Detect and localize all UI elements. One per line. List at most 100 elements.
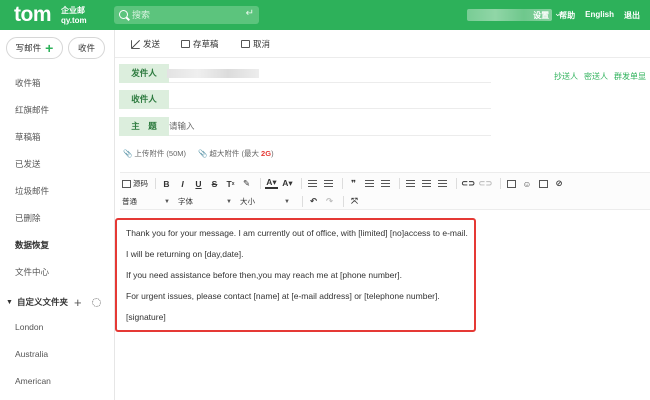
bold-button[interactable]: B [160,177,173,190]
attachment-bar: 📎 上传附件 (50M) 📎 超大附件 (最大 2G) [123,148,274,159]
sidebar-item-data-recovery[interactable]: 数据恢复 [0,232,115,259]
paragraph-format-select[interactable]: 普通 ▼ [122,195,170,208]
custom-folder-list: London Australia American [0,314,115,395]
source-icon [122,179,131,188]
sidebar-item-inbox[interactable]: 收件箱 [0,70,115,97]
english-link[interactable]: English [585,10,614,21]
dropdown-caret-icon: ▼ [226,198,232,205]
toolbar-separator [399,178,400,189]
add-folder-icon[interactable]: + [74,295,82,310]
caret-down-icon[interactable]: ▼ [6,299,13,306]
to-row: 收件人 [115,90,650,111]
sidebar-item-drafts[interactable]: 草稿箱 [0,124,115,151]
sidebar-item-deleted[interactable]: 已删除 [0,205,115,232]
font-size-select[interactable]: 大小 ▼ [240,195,290,208]
search-input[interactable] [132,8,242,22]
strikethrough-button[interactable]: S [208,177,221,190]
write-mail-label: 写邮件 [15,43,42,53]
cc-link[interactable]: 抄送人 [554,71,578,82]
custom-folders-label: 自定义文件夹 [16,297,68,307]
sidebar: 写邮件 + 收件 收件箱 红旗邮件 草稿箱 已发送 垃圾邮件 已删除 数据恢复 … [0,30,115,400]
image-icon[interactable] [537,177,550,190]
outdent-lines [381,179,390,188]
bcc-link[interactable]: 密送人 [584,71,608,82]
send-button[interactable]: 发送 [131,38,160,50]
search-icon [119,10,128,19]
upload-attachment-label: 上传附件 (50M) [134,149,187,158]
help-link[interactable]: 帮助 [559,10,575,21]
undo-icon[interactable]: ↶ [307,195,320,208]
font-color-button[interactable]: A▾ [265,177,278,189]
logout-link[interactable]: 退出 [624,10,640,21]
subject-divider [169,135,491,136]
cancel-button[interactable]: 取消 [241,38,270,50]
search-box: ↵ [114,6,259,24]
font-family-value: 字体 [178,197,193,206]
format-painter-icon[interactable]: ✎ [240,177,253,190]
sidebar-item-flagged[interactable]: 红旗邮件 [0,97,115,124]
sidebar-item-sent[interactable]: 已发送 [0,151,115,178]
sidebar-item-spam[interactable]: 垃圾邮件 [0,178,115,205]
font-family-select[interactable]: 字体 ▼ [178,195,232,208]
toolbar-separator [342,178,343,189]
compose-panel: 发送 存草稿 取消 发件人 抄送人 密送人 群发单显 收件人 主 题 📎上传附件… [115,30,650,400]
compass-icon[interactable]: ⊘ [553,177,566,190]
toolbar-separator [499,178,501,189]
ordered-list-icon[interactable] [306,177,319,190]
super-attachment-link[interactable]: 📎 超大附件 (最大 2G) [198,148,274,159]
emoji-icon[interactable]: ☺ [521,177,534,190]
clear-format-button[interactable]: Tx [224,177,237,190]
align-center-icon[interactable] [420,177,433,190]
underline-button[interactable]: U [192,177,205,190]
body-line: I will be returning on [day,date]. [126,249,244,259]
to-field[interactable] [169,108,491,109]
fullscreen-icon[interactable]: ⤧ [348,195,361,208]
from-label: 发件人 [119,64,169,83]
receive-mail-button[interactable]: 收件 [68,37,105,59]
align-right-icon[interactable] [436,177,449,190]
toolbar-separator [456,178,457,189]
blockquote-icon[interactable]: ❞ [347,177,360,190]
folder-item-london[interactable]: London [0,314,115,341]
enter-icon[interactable]: ↵ [246,8,254,19]
body-line: Thank you for your message. I am current… [126,228,468,238]
source-button[interactable]: 源码 [122,177,148,190]
logo-subtitle-line2: qy.tom [61,16,87,25]
align-left-icon[interactable] [404,177,417,190]
save-draft-button[interactable]: 存草稿 [181,38,219,50]
ordered-list-lines [308,179,317,188]
toolbar-separator [301,178,302,189]
super-attachment-end: ) [271,149,274,158]
folder-item-australia[interactable]: Australia [0,341,115,368]
upload-attachment-link[interactable]: 📎 上传附件 (50M) [123,148,186,159]
subject-input[interactable] [169,117,469,135]
link-icon[interactable]: ⊂⊃ [461,177,475,190]
align-right-lines [438,179,447,188]
write-mail-button[interactable]: 写邮件 + [6,37,63,59]
table-icon[interactable] [505,177,518,190]
folder-item-american[interactable]: American [0,368,115,395]
dropdown-caret-icon: ▼ [164,198,170,205]
message-body-editor[interactable]: Thank you for your message. I am current… [115,218,476,332]
settings-link[interactable]: 设置 [533,10,549,21]
unordered-list-icon[interactable] [322,177,335,190]
toolbar-separator [343,196,344,207]
font-size-value: 大小 [240,197,255,206]
from-divider [169,82,491,83]
sidebar-item-file-center[interactable]: 文件中心 [0,259,115,286]
group-send-link[interactable]: 群发单显 [614,71,646,82]
indent-icon[interactable] [363,177,376,190]
gear-icon[interactable] [92,297,101,307]
highlight-color-button[interactable]: A▾ [281,177,294,190]
custom-folders-header[interactable]: ▼ 自定义文件夹 + [0,292,115,312]
redo-icon[interactable]: ↷ [323,195,336,208]
body-line: For urgent issues, please contact [name]… [126,291,440,301]
sender-address[interactable] [167,69,259,78]
plus-icon: + [45,40,54,56]
unlink-icon[interactable]: ⊂⊃ [478,177,492,190]
toolbar-separator [155,178,156,189]
source-label: 源码 [133,179,148,188]
outdent-icon[interactable] [379,177,392,190]
mailbox-nav: 收件箱 红旗邮件 草稿箱 已发送 垃圾邮件 已删除 数据恢复 文件中心 [0,70,115,286]
italic-button[interactable]: I [176,177,189,190]
